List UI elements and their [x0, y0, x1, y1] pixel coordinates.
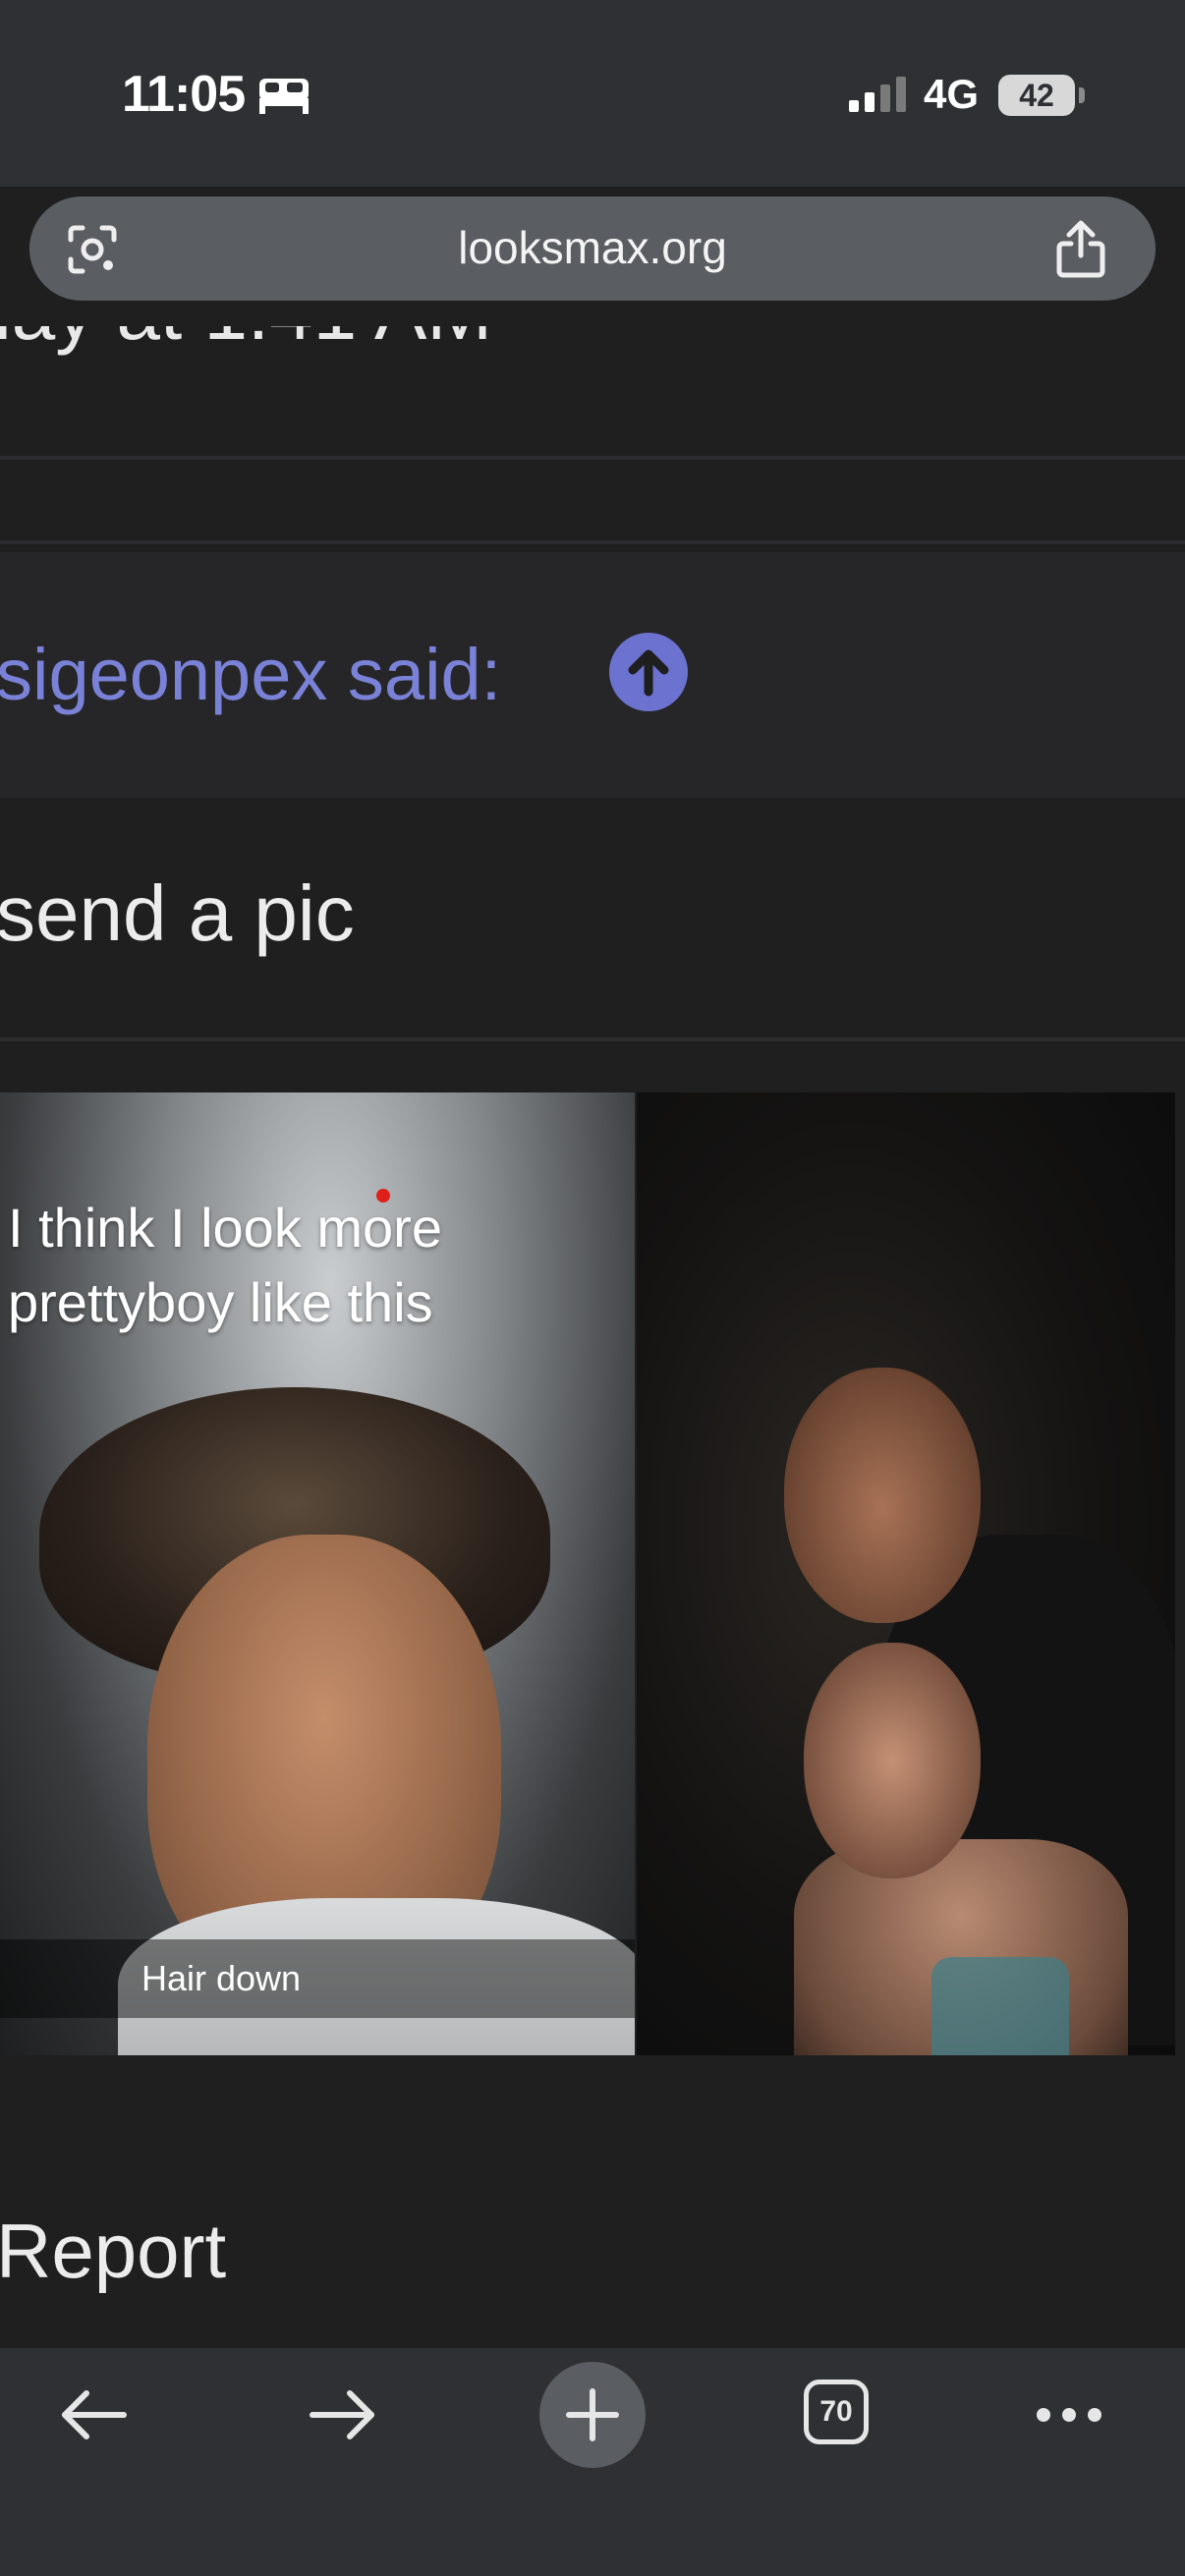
tab-switcher-button[interactable]: 70 — [804, 2380, 869, 2444]
quote-author-link[interactable]: sigeonpex said: — [0, 633, 501, 716]
share-icon[interactable] — [1051, 218, 1110, 279]
post-text: send a pic — [0, 869, 355, 957]
photo-person-head — [804, 1643, 981, 1878]
forward-arrow-icon[interactable] — [307, 2385, 379, 2444]
network-type: 4G — [924, 71, 980, 117]
plus-icon — [566, 2388, 619, 2441]
divider — [0, 1037, 1185, 1041]
report-link[interactable]: Report — [0, 2207, 226, 2296]
sleep-focus-icon — [259, 79, 309, 114]
battery-icon: 42 — [998, 75, 1075, 116]
browser-toolbar: 70 — [0, 2348, 1185, 2576]
photo-person-head — [784, 1368, 981, 1623]
status-time: 11:05 — [122, 66, 246, 123]
status-bar: 11:05 4G 42 — [0, 0, 1185, 187]
photo-caption-bottom: Hair down — [141, 1958, 302, 1998]
url-text[interactable]: looksmax.org — [29, 196, 1156, 301]
more-menu-icon[interactable] — [1034, 2403, 1104, 2427]
divider — [0, 456, 1185, 460]
photo-cup — [931, 1957, 1069, 2055]
jump-to-quote-icon[interactable] — [609, 633, 688, 711]
page-content: lay at 1:41 AM sigeonpex said: send a pi… — [0, 326, 1185, 2348]
back-arrow-icon[interactable] — [57, 2385, 130, 2444]
post-date: lay at 1:41 AM — [0, 326, 492, 358]
attached-photo-2[interactable] — [637, 1092, 1175, 2055]
photo-caption-top: I think I look more prettyboy like this — [8, 1197, 442, 1333]
new-tab-button[interactable] — [539, 2362, 646, 2468]
address-bar[interactable]: looksmax.org — [29, 196, 1156, 301]
cellular-signal-icon — [849, 77, 906, 112]
battery-nub — [1079, 87, 1085, 103]
attached-photo-1[interactable]: I think I look more prettyboy like this … — [0, 1092, 635, 2055]
divider — [0, 540, 1185, 544]
